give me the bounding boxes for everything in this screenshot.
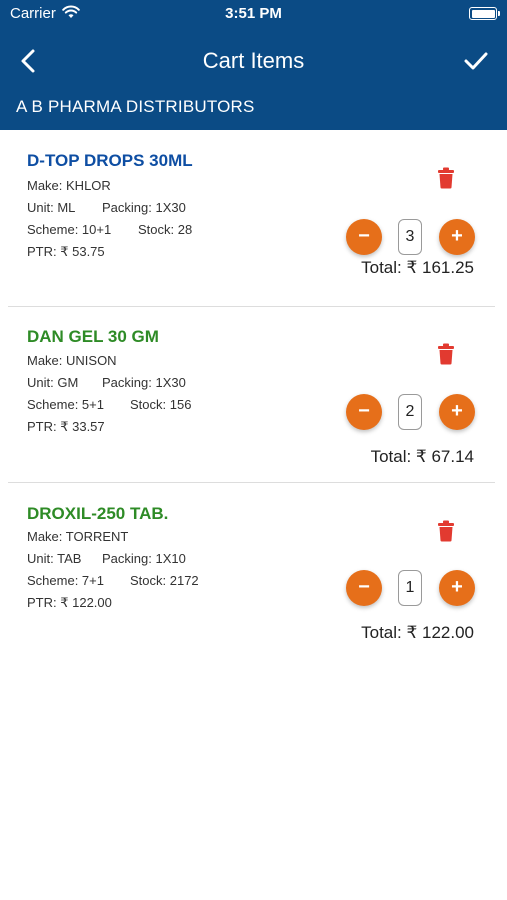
increase-qty-button[interactable]: + [439,219,475,255]
delete-trash-icon[interactable] [437,167,455,189]
item-ptr: PTR: ₹ 33.57 [27,419,105,434]
page-title: Cart Items [202,48,305,73]
cart-item: DROXIL-250 TAB. Make: TORRENT Unit: TAB … [8,484,495,660]
distributor-name: A B PHARMA DISTRIBUTORS [16,97,255,116]
item-scheme: Scheme: 10+1 [27,222,112,237]
decrease-qty-button[interactable]: − [346,219,382,255]
increase-qty-button[interactable]: + [439,394,475,430]
item-make: Make: KHLOR [27,178,111,193]
item-total: Total: ₹ 161.25 [361,258,474,277]
increase-qty-button[interactable]: + [439,570,475,606]
item-stock: Stock: 156 [130,397,192,412]
item-name: D-TOP DROPS 30ML [27,151,193,170]
item-unit: Unit: ML [27,200,76,215]
item-ptr: PTR: ₹ 53.75 [27,244,105,259]
item-name: DROXIL-250 TAB. [27,504,169,523]
item-packing: Packing: 1X30 [102,200,186,215]
battery-icon [469,7,500,20]
done-checkmark-button[interactable] [461,46,491,76]
item-stock: Stock: 28 [138,222,193,237]
item-total: Total: ₹ 122.00 [361,623,474,642]
item-total: Total: ₹ 67.14 [370,447,474,466]
item-make: Make: TORRENT [27,529,129,544]
delete-trash-icon[interactable] [437,343,455,365]
item-unit: Unit: GM [27,375,79,390]
item-scheme: Scheme: 7+1 [27,573,104,588]
quantity-field[interactable]: 3 [398,219,422,255]
decrease-qty-button[interactable]: − [346,394,382,430]
item-ptr: PTR: ₹ 122.00 [27,595,112,610]
decrease-qty-button[interactable]: − [346,570,382,606]
quantity-field[interactable]: 2 [398,394,422,430]
delete-trash-icon[interactable] [437,520,455,542]
item-make: Make: UNISON [27,353,117,368]
quantity-field[interactable]: 1 [398,570,422,606]
item-packing: Packing: 1X10 [102,551,186,566]
item-name: DAN GEL 30 GM [27,327,159,346]
item-packing: Packing: 1X30 [102,375,186,390]
cart-item: D-TOP DROPS 30ML Make: KHLOR Unit: ML Pa… [8,131,495,307]
status-bar: Carrier 3:51 PM [0,0,507,28]
cart-item: DAN GEL 30 GM Make: UNISON Unit: GM Pack… [8,307,495,483]
nav-bar: Cart Items [0,38,507,84]
item-stock: Stock: 2172 [130,573,199,588]
status-time: 3:51 PM [225,5,282,22]
cart-screen: Carrier 3:51 PM Cart Items A B PHARMA DI… [0,0,507,900]
header: Carrier 3:51 PM Cart Items A B PHARMA DI… [0,0,507,130]
item-scheme: Scheme: 5+1 [27,397,104,412]
item-unit: Unit: TAB [27,551,82,566]
